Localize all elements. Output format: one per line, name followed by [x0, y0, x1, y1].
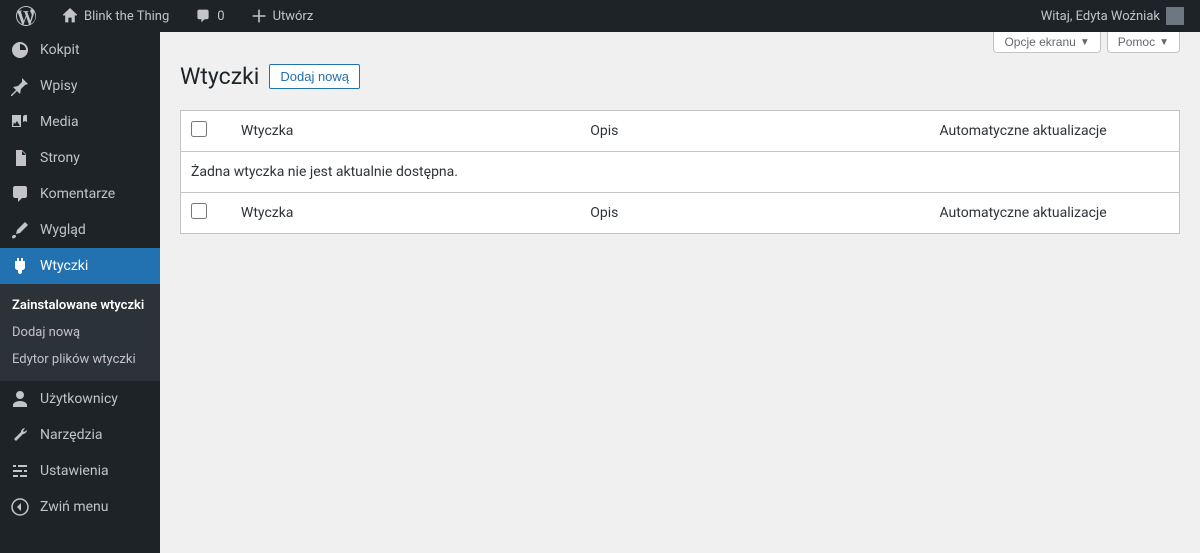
screen-meta-links: Opcje ekranu ▼ Pomoc ▼ [160, 32, 1200, 53]
brush-icon [10, 220, 30, 240]
comments-count: 0 [217, 9, 224, 24]
comment-icon [10, 184, 30, 204]
sidebar-item-media[interactable]: Media [0, 104, 160, 140]
screen-options-label: Opcje ekranu [1004, 35, 1075, 49]
sidebar-item-tools[interactable]: Narzędzia [0, 417, 160, 453]
chevron-down-icon: ▼ [1080, 37, 1090, 48]
admin-bar-left: Blink the Thing 0 Utwórz [8, 0, 321, 32]
admin-bar: Blink the Thing 0 Utwórz Witaj, Edyta Wo… [0, 0, 1200, 32]
no-items-message: Żadna wtyczka nie jest aktualnie dostępn… [181, 152, 1179, 192]
sidebar-item-appearance[interactable]: Wygląd [0, 212, 160, 248]
wrench-icon [10, 425, 30, 445]
chevron-down-icon: ▼ [1159, 37, 1169, 48]
avatar [1166, 7, 1184, 25]
admin-sidebar: Kokpit Wpisy Media Strony Komentarze [0, 32, 160, 553]
new-content-link[interactable]: Utwórz [243, 0, 322, 32]
screen-options-button[interactable]: Opcje ekranu ▼ [993, 32, 1100, 53]
sidebar-item-users[interactable]: Użytkownicy [0, 381, 160, 417]
admin-bar-right: Witaj, Edyta Woźniak [1033, 0, 1192, 32]
plugins-table: Wtyczka Opis Automatyczne aktualizacje Ż… [180, 110, 1180, 234]
sidebar-item-pages[interactable]: Strony [0, 140, 160, 176]
plugins-submenu: Zainstalowane wtyczki Dodaj nową Edytor … [0, 284, 160, 381]
sidebar-label-posts: Wpisy [40, 78, 78, 94]
sidebar-item-comments[interactable]: Komentarze [0, 176, 160, 212]
page-icon [10, 148, 30, 168]
submenu-add-new[interactable]: Dodaj nową [0, 319, 160, 346]
column-plugin-header[interactable]: Wtyczka [231, 111, 580, 152]
sliders-icon [10, 461, 30, 481]
main-content: Opcje ekranu ▼ Pomoc ▼ Wtyczki Dodaj now… [160, 32, 1200, 553]
sidebar-label-comments: Komentarze [40, 186, 115, 202]
submenu-installed-plugins[interactable]: Zainstalowane wtyczki [0, 292, 160, 319]
greeting-label: Witaj, Edyta Woźniak [1041, 9, 1160, 24]
sidebar-item-settings[interactable]: Ustawienia [0, 453, 160, 489]
sidebar-label-appearance: Wygląd [40, 222, 86, 238]
site-name-link[interactable]: Blink the Thing [54, 0, 177, 32]
page-title: Wtyczki [180, 63, 259, 90]
media-icon [10, 112, 30, 132]
site-name-label: Blink the Thing [84, 9, 169, 24]
column-description-footer[interactable]: Opis [580, 192, 929, 233]
sidebar-label-collapse: Zwiń menu [40, 499, 108, 515]
dashboard-icon [10, 40, 30, 60]
comment-icon [195, 8, 211, 24]
column-auto-updates-footer[interactable]: Automatyczne aktualizacje [930, 192, 1180, 233]
comments-link[interactable]: 0 [187, 0, 232, 32]
column-plugin-footer[interactable]: Wtyczka [231, 192, 580, 233]
table-row-no-items: Żadna wtyczka nie jest aktualnie dostępn… [181, 152, 1179, 192]
user-icon [10, 389, 30, 409]
sidebar-label-dashboard: Kokpit [40, 42, 80, 58]
sidebar-item-plugins[interactable]: Wtyczki [0, 248, 160, 284]
column-auto-updates-header[interactable]: Automatyczne aktualizacje [930, 111, 1180, 152]
wp-logo-menu[interactable] [8, 0, 44, 32]
my-account-link[interactable]: Witaj, Edyta Woźniak [1033, 0, 1192, 32]
sidebar-label-tools: Narzędzia [40, 427, 102, 443]
select-all-checkbox-bottom[interactable] [191, 203, 207, 219]
submenu-plugin-editor[interactable]: Edytor plików wtyczki [0, 346, 160, 373]
help-label: Pomoc [1118, 35, 1155, 49]
sidebar-item-posts[interactable]: Wpisy [0, 68, 160, 104]
select-all-checkbox-top[interactable] [191, 121, 207, 137]
sidebar-label-settings: Ustawienia [40, 463, 109, 479]
sidebar-label-pages: Strony [40, 150, 80, 166]
wordpress-logo-icon [16, 6, 36, 26]
sidebar-item-collapse[interactable]: Zwiń menu [0, 489, 160, 525]
select-all-footer [181, 192, 231, 233]
home-icon [62, 8, 78, 24]
column-description-header[interactable]: Opis [580, 111, 929, 152]
sidebar-label-plugins: Wtyczki [40, 258, 88, 274]
add-new-button[interactable]: Dodaj nową [269, 64, 360, 89]
plus-icon [251, 8, 267, 24]
page-header: Wtyczki Dodaj nową [160, 53, 1200, 110]
sidebar-label-media: Media [40, 114, 79, 130]
select-all-header [181, 111, 231, 152]
plugin-icon [10, 256, 30, 276]
sidebar-item-dashboard[interactable]: Kokpit [0, 32, 160, 68]
sidebar-label-users: Użytkownicy [40, 391, 118, 407]
collapse-icon [10, 497, 30, 517]
pin-icon [10, 76, 30, 96]
new-content-label: Utwórz [273, 9, 314, 24]
help-button[interactable]: Pomoc ▼ [1107, 32, 1180, 53]
